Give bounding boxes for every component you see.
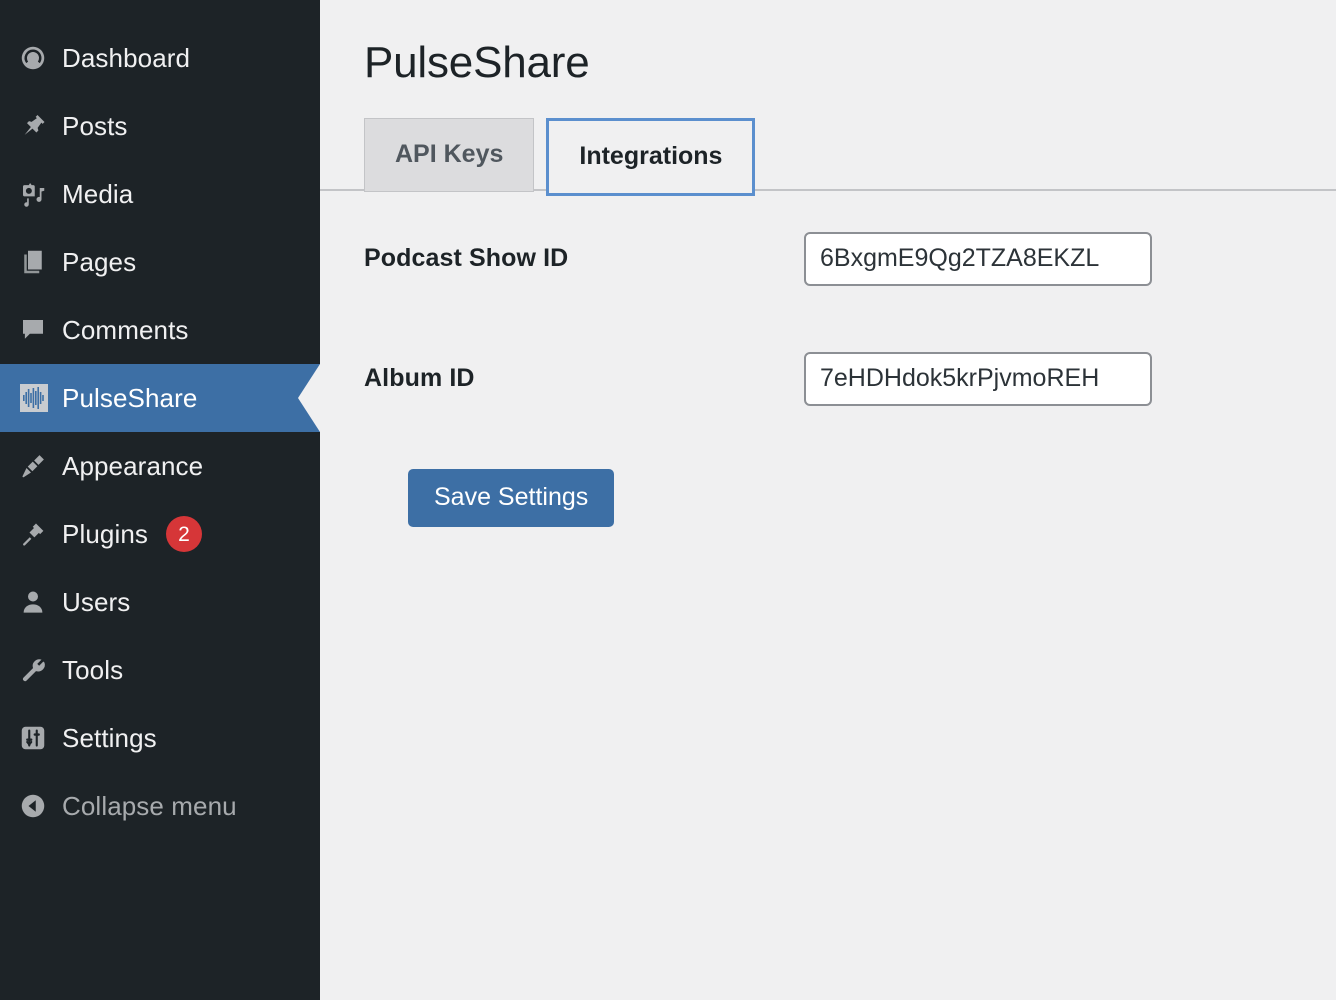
dashboard-gauge-icon — [18, 43, 62, 73]
integrations-form: Podcast Show ID Album ID Save Settings — [320, 197, 1336, 527]
sidebar-item-comments[interactable]: Comments — [0, 296, 320, 364]
tab-strip: API Keys Integrations — [320, 117, 1336, 197]
album-id-input[interactable] — [804, 351, 1152, 406]
wrench-icon — [18, 655, 62, 685]
sidebar-item-label: Comments — [62, 315, 189, 345]
sidebar-item-collapse-menu[interactable]: Collapse menu — [0, 772, 320, 840]
pushpin-icon — [18, 111, 62, 141]
sliders-icon — [18, 723, 62, 753]
podcast-show-id-label: Podcast Show ID — [364, 244, 569, 273]
sidebar-item-label: Tools — [62, 655, 124, 685]
sidebar-item-users[interactable]: Users — [0, 568, 320, 636]
field-row-podcast-show-id: Podcast Show ID — [364, 221, 1336, 297]
current-menu-arrow — [298, 364, 320, 432]
page-title: PulseShare — [364, 38, 590, 87]
plugins-update-badge: 2 — [165, 516, 202, 552]
collapse-arrow-icon — [18, 791, 62, 821]
admin-screen: Dashboard Posts Media Pages Comments Pul… — [0, 0, 1336, 1000]
album-id-label: Album ID — [364, 364, 475, 393]
sidebar-item-tools[interactable]: Tools — [0, 636, 320, 704]
sidebar-item-label: PulseShare — [62, 383, 198, 413]
camera-music-icon — [18, 179, 62, 209]
sidebar-item-label: Appearance — [62, 451, 204, 481]
tab-integrations[interactable]: Integrations — [546, 117, 756, 196]
sidebar-item-appearance[interactable]: Appearance — [0, 432, 320, 500]
sidebar-item-label: Users — [62, 587, 131, 617]
sidebar-item-dashboard[interactable]: Dashboard — [0, 24, 320, 92]
sidebar-item-pages[interactable]: Pages — [0, 228, 320, 296]
sidebar-item-settings[interactable]: Settings — [0, 704, 320, 772]
save-settings-button[interactable]: Save Settings — [408, 468, 615, 527]
sidebar-item-label: Dashboard — [62, 43, 191, 73]
admin-sidebar: Dashboard Posts Media Pages Comments Pul… — [0, 0, 320, 1000]
paintbrush-icon — [18, 451, 62, 481]
user-icon — [18, 587, 62, 617]
sidebar-item-label: Plugins — [62, 519, 148, 549]
sidebar-item-label: Settings — [62, 723, 157, 753]
plug-icon — [18, 519, 62, 549]
sidebar-item-label: Collapse menu — [62, 791, 237, 821]
tab-api-keys[interactable]: API Keys — [364, 117, 535, 192]
pages-stack-icon — [18, 247, 62, 277]
sidebar-item-pulseshare[interactable]: PulseShare — [0, 364, 320, 432]
comment-bubble-icon — [18, 315, 62, 345]
field-row-album-id: Album ID — [364, 341, 1336, 417]
podcast-show-id-input[interactable] — [804, 231, 1152, 286]
sidebar-item-label: Pages — [62, 247, 137, 277]
sidebar-item-posts[interactable]: Posts — [0, 92, 320, 160]
main-content: PulseShare API Keys Integrations Podcast… — [320, 0, 1336, 1000]
sidebar-item-label: Media — [62, 179, 134, 209]
waveform-icon — [18, 382, 62, 414]
sidebar-item-plugins[interactable]: Plugins 2 — [0, 500, 320, 568]
tabs-row: API Keys Integrations — [364, 117, 1336, 197]
sidebar-item-label: Posts — [62, 111, 128, 141]
sidebar-item-media[interactable]: Media — [0, 160, 320, 228]
